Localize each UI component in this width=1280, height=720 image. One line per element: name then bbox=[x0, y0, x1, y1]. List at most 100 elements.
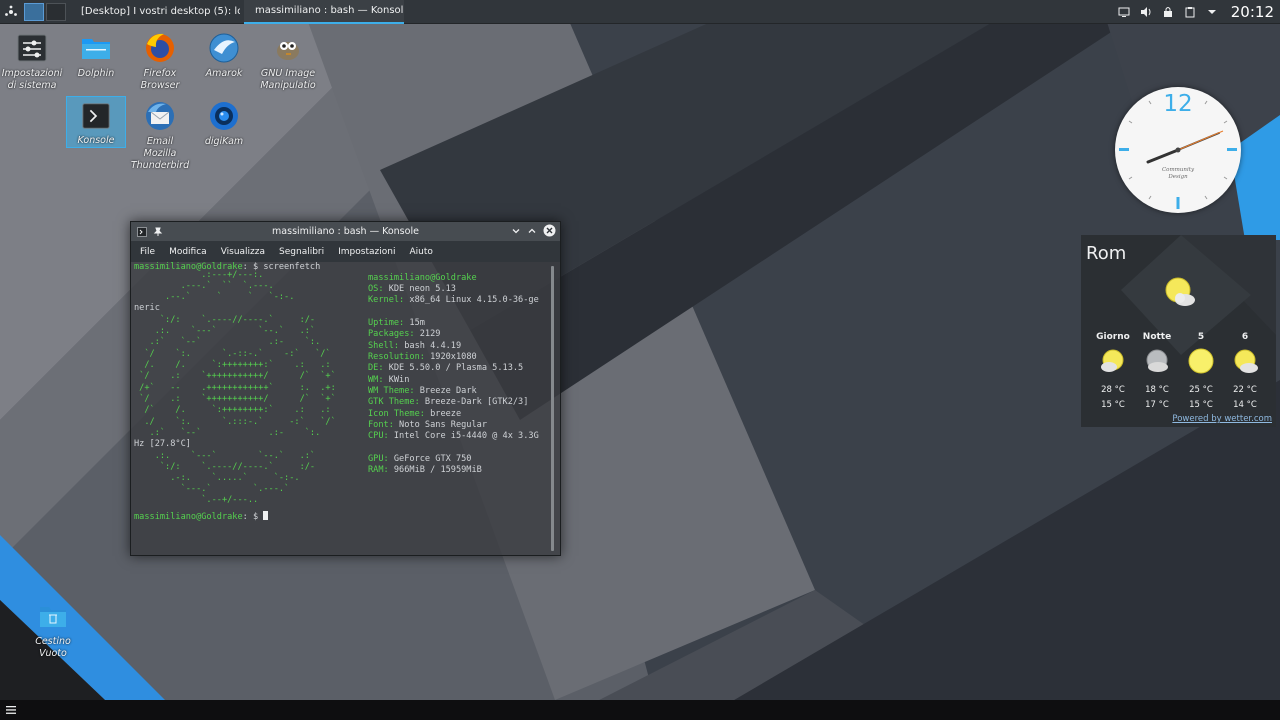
volume-icon[interactable] bbox=[1139, 5, 1153, 19]
menu-impostazioni[interactable]: Impostazioni bbox=[331, 247, 402, 257]
text-cursor bbox=[263, 511, 269, 520]
digital-clock[interactable]: 20:12 bbox=[1231, 3, 1274, 21]
application-launcher[interactable] bbox=[0, 0, 22, 24]
info-row-packages: Packages: 2129 bbox=[368, 329, 441, 339]
amarok-icon bbox=[209, 33, 239, 63]
ascii-art-line: /. /. `:++++++++:` .: .: bbox=[134, 360, 331, 370]
forecast-column-day-5: 5 25 °C 15 °C bbox=[1181, 332, 1221, 413]
desktop-icon-label: Konsole bbox=[77, 135, 115, 146]
terminal-output[interactable]: massimiliano@Goldrake: $ screenfetch .:-… bbox=[131, 262, 560, 555]
taskbar-item-konsole[interactable]: massimiliano : bash — Konsole bbox=[244, 0, 404, 24]
system-settings-icon bbox=[17, 34, 47, 62]
desktop-icon-konsole[interactable]: Konsole bbox=[66, 96, 126, 148]
konsole-window[interactable]: massimiliano : bash — Konsole File Modif… bbox=[130, 221, 561, 556]
ascii-art-line: .:` `--` .:- `:. bbox=[134, 337, 321, 347]
thunderbird-icon bbox=[146, 102, 174, 130]
desktop-icon-firefox[interactable]: Firefox Browser bbox=[130, 28, 190, 92]
analog-clock-widget[interactable]: 12 Community Design bbox=[1115, 87, 1241, 213]
desktop-icon-system-settings[interactable]: Impostazioni di sistema bbox=[2, 28, 62, 92]
weather-city: Rom bbox=[1086, 243, 1127, 264]
pager-desktop-2[interactable] bbox=[46, 2, 66, 21]
ascii-art-line: ./ `:. `.:::-.` -:` `/` bbox=[134, 417, 336, 427]
ascii-art-line: `/ `:. `.-::-.` -:` `/` bbox=[134, 349, 331, 359]
clock-numeral-12: 12 bbox=[1163, 91, 1193, 117]
ascii-art-line: .:---+/---:. bbox=[134, 270, 264, 280]
partly-cloudy-icon bbox=[1101, 349, 1124, 372]
forecast-column-notte: Notte 18 °C 17 °C bbox=[1142, 332, 1172, 410]
menu-visualizza[interactable]: Visualizza bbox=[214, 247, 272, 257]
desktop-icon-label: Amarok bbox=[205, 68, 243, 79]
maximize-icon[interactable] bbox=[527, 226, 537, 236]
screenfetch-header: massimiliano@Goldrake bbox=[368, 273, 477, 283]
terminal-scrollbar[interactable] bbox=[551, 266, 554, 551]
cloudy-night-icon bbox=[1146, 349, 1168, 372]
weather-widget[interactable]: Rom Giorno 28 °C 15 °C Notte 18 °C 17 °C… bbox=[1081, 235, 1276, 427]
ascii-art-line: `.--+/---.. bbox=[134, 495, 259, 505]
gimp-icon bbox=[277, 42, 299, 60]
desktop-icon-label: Email Mozilla Thunderbird bbox=[130, 136, 190, 171]
menu-aiuto[interactable]: Aiuto bbox=[402, 247, 439, 257]
ascii-art-line: `/ .: `+++++++++++/ /` `+` bbox=[134, 394, 336, 404]
ascii-art-line: .---.` `` `.---. bbox=[134, 281, 274, 291]
system-tray: 20:12 bbox=[1117, 0, 1280, 24]
clipboard-icon[interactable] bbox=[1183, 5, 1197, 19]
desktop-icon-label: Cestino Vuoto bbox=[35, 636, 71, 659]
info-row-kernel: Kernel: x86_64 Linux 4.15.0-36-ge bbox=[368, 295, 539, 305]
pager-desktop-1[interactable] bbox=[24, 2, 44, 21]
info-row-wm-theme: WM Theme: Breeze Dark bbox=[368, 386, 477, 396]
info-row-cpu: CPU: Intel Core i5-4440 @ 4x 3.3G bbox=[368, 431, 539, 441]
powered-by-link[interactable]: Powered by wetter.com bbox=[1172, 414, 1272, 424]
desktop-icon-label: GNU Image Manipulatio bbox=[260, 68, 316, 91]
digikam-icon bbox=[210, 102, 238, 130]
info-row-shell: Shell: bash 4.4.19 bbox=[368, 341, 462, 351]
partly-cloudy-icon bbox=[1165, 277, 1195, 306]
folder-icon bbox=[82, 39, 110, 59]
window-title: massimiliano : bash — Konsole bbox=[272, 226, 419, 237]
info-row-gpu: GPU: GeForce GTX 750 bbox=[368, 454, 472, 464]
info-row-os: OS: KDE neon 5.13 bbox=[368, 284, 456, 294]
desktop-icon-thunderbird[interactable]: Email Mozilla Thunderbird bbox=[130, 96, 190, 172]
pin-icon[interactable] bbox=[153, 227, 163, 237]
ascii-art-line: `/ .: `+++++++++++/ /` `+` bbox=[134, 371, 336, 381]
display-icon[interactable] bbox=[1117, 5, 1131, 19]
desktop-icon-trash[interactable]: Cestino Vuoto bbox=[23, 596, 83, 660]
ascii-art-line: /+` -- .++++++++++++` :. .+: bbox=[134, 383, 336, 393]
taskbar-item-label: massimiliano : bash — Konsole bbox=[255, 5, 404, 16]
desktop-icon-amarok[interactable]: Amarok bbox=[194, 28, 254, 80]
lock-icon[interactable] bbox=[1161, 5, 1175, 19]
forecast-column-giorno: Giorno 28 °C 15 °C bbox=[1096, 332, 1130, 410]
terminal-prompt-line[interactable]: massimiliano@Goldrake: $ bbox=[134, 511, 269, 523]
clock-caption: Community Design bbox=[1161, 167, 1195, 180]
ascii-art-line: .:` `--` .:- `:. bbox=[134, 428, 321, 438]
minimize-icon[interactable] bbox=[511, 226, 521, 236]
hour-hand bbox=[1146, 148, 1180, 164]
top-panel: [Desktop] I vostri desktop (5): lo s... … bbox=[0, 0, 1280, 24]
expand-tray-icon[interactable] bbox=[1205, 5, 1219, 19]
menu-icon[interactable] bbox=[5, 705, 17, 715]
desktop-icon-gimp[interactable]: GNU Image Manipulatio bbox=[258, 28, 318, 92]
ascii-art-line: `:/: `.----//----.` :/- bbox=[134, 315, 316, 325]
ascii-art-line: .--.` ` ` `-:-. bbox=[134, 292, 295, 302]
close-icon[interactable] bbox=[543, 224, 556, 237]
menu-file[interactable]: File bbox=[133, 247, 162, 257]
desktop-icon-dolphin[interactable]: Dolphin bbox=[66, 28, 126, 80]
virtual-desktop-pager[interactable] bbox=[24, 0, 66, 24]
desktop-icon-digikam[interactable]: digiKam bbox=[194, 96, 254, 148]
bottom-panel bbox=[0, 700, 1280, 720]
ascii-art-line: /` /. `:++++++++:` .: .: bbox=[134, 405, 331, 415]
taskbar-item-firefox[interactable]: [Desktop] I vostri desktop (5): lo s... bbox=[70, 0, 240, 24]
terminal-wrap-line: neric bbox=[134, 303, 160, 313]
konsole-icon bbox=[82, 103, 110, 129]
konsole-icon[interactable] bbox=[137, 226, 147, 237]
ascii-art-line: `---.` `.---.` bbox=[134, 484, 290, 494]
info-row-ram: RAM: 966MiB / 15959MiB bbox=[368, 465, 482, 475]
trash-icon bbox=[40, 607, 66, 627]
forecast-column-day-6: 6 22 °C 14 °C bbox=[1225, 332, 1265, 413]
ascii-art-line: .:. `---` `--.` .:` bbox=[134, 451, 316, 461]
window-titlebar[interactable]: massimiliano : bash — Konsole bbox=[131, 222, 560, 241]
desktop-icon-label: digiKam bbox=[204, 136, 244, 147]
menu-segnalibri[interactable]: Segnalibri bbox=[272, 247, 331, 257]
ascii-art-line: `:/: `.----//----.` :/- bbox=[134, 462, 316, 472]
info-row-uptime: Uptime: 15m bbox=[368, 318, 425, 328]
menu-modifica[interactable]: Modifica bbox=[162, 247, 214, 257]
